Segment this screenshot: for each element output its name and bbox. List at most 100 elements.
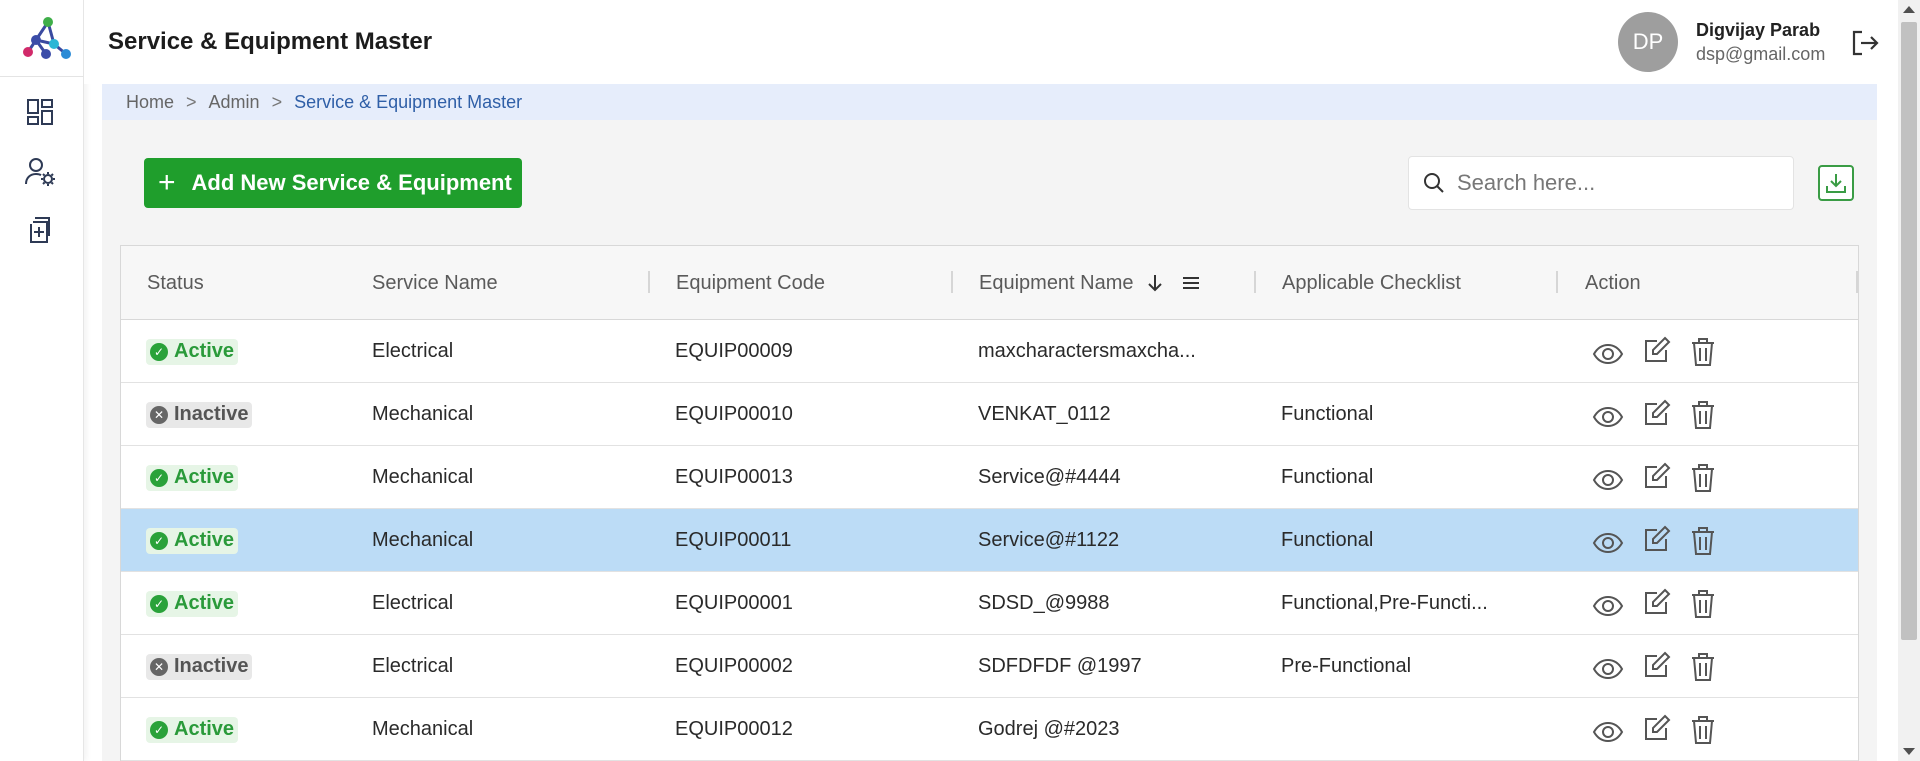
logout-icon[interactable] bbox=[1850, 28, 1880, 58]
scroll-up-arrow[interactable] bbox=[1903, 6, 1915, 13]
status-label: Active bbox=[174, 340, 235, 362]
status-cell: ✕ Inactive bbox=[146, 635, 253, 698]
table-row[interactable]: ✓ Active Electrical EQUIP00001 SDSD_@9988 Fun… bbox=[121, 572, 1858, 635]
status-label: Inactive bbox=[174, 655, 249, 677]
eye-icon[interactable] bbox=[1592, 464, 1624, 496]
scroll-down-arrow[interactable] bbox=[1903, 748, 1915, 755]
search-box[interactable] bbox=[1408, 156, 1794, 210]
sidebar-divider bbox=[0, 76, 84, 77]
breadcrumb-separator: > bbox=[186, 91, 197, 112]
column-header-service-name[interactable]: Service Name bbox=[372, 246, 498, 320]
trash-icon[interactable] bbox=[1687, 588, 1719, 620]
table-row[interactable]: ✓ Active Mechanical EQUIP00011 Service@#1122… bbox=[121, 509, 1858, 572]
add-button-label: Add New Service & Equipment bbox=[191, 170, 512, 195]
table-row[interactable]: ✓ Active Electrical EQUIP00009 maxcharacters… bbox=[121, 320, 1858, 383]
edit-icon[interactable] bbox=[1641, 334, 1673, 366]
check-circle-icon: ✓ bbox=[150, 342, 168, 361]
user-settings-icon[interactable] bbox=[24, 156, 56, 188]
column-header-equipment-name[interactable]: Equipment Name bbox=[979, 246, 1200, 320]
table-row[interactable]: ✓ Active Mechanical EQUIP00012 Godrej @#2023 bbox=[121, 698, 1858, 761]
status-badge: ✓ Active bbox=[146, 527, 239, 554]
status-cell: ✓ Active bbox=[146, 698, 239, 761]
status-label: Active bbox=[174, 529, 235, 551]
column-resizer[interactable] bbox=[648, 271, 650, 293]
download-button[interactable] bbox=[1818, 165, 1854, 201]
trash-icon[interactable] bbox=[1687, 525, 1719, 557]
sort-descending-icon[interactable] bbox=[1146, 273, 1164, 293]
sidebar bbox=[0, 0, 84, 761]
status-cell: ✓ Active bbox=[146, 572, 239, 635]
breadcrumb-current: Service & Equipment Master bbox=[294, 91, 523, 112]
checklist-cell: Functional bbox=[1281, 529, 1374, 551]
equipment-code-cell: EQUIP00013 bbox=[675, 466, 793, 488]
equipment-name-label: Equipment Name bbox=[979, 271, 1134, 294]
edit-icon[interactable] bbox=[1641, 397, 1673, 429]
table-row[interactable]: ✓ Active Mechanical EQUIP00013 Service@#4444… bbox=[121, 446, 1858, 509]
checklist-cell: Functional,Pre-Functi... bbox=[1281, 592, 1488, 614]
status-badge: ✓ Active bbox=[146, 464, 239, 491]
column-resizer[interactable] bbox=[1556, 271, 1558, 293]
equipment-code-cell: EQUIP00002 bbox=[675, 655, 793, 677]
user-email: dsp@gmail.com bbox=[1696, 44, 1826, 64]
service-name-cell: Electrical bbox=[372, 592, 454, 614]
column-menu-icon[interactable] bbox=[1182, 275, 1200, 291]
eye-icon[interactable] bbox=[1592, 653, 1624, 685]
search-input[interactable] bbox=[1457, 170, 1757, 196]
plus-icon: + bbox=[158, 166, 176, 199]
column-header-applicable-checklist[interactable]: Applicable Checklist bbox=[1282, 246, 1461, 320]
equipment-name-cell: Service@#4444 bbox=[978, 466, 1121, 488]
breadcrumb-home[interactable]: Home bbox=[126, 92, 174, 113]
eye-icon[interactable] bbox=[1592, 401, 1624, 433]
check-circle-icon: ✓ bbox=[150, 468, 168, 487]
checklist-cell: Pre-Functional bbox=[1281, 655, 1412, 677]
service-name-cell: Mechanical bbox=[372, 529, 474, 551]
column-resizer[interactable] bbox=[1856, 271, 1858, 293]
column-resizer[interactable] bbox=[951, 271, 953, 293]
page-scrollbar[interactable] bbox=[1898, 0, 1920, 761]
equipment-code-cell: EQUIP00001 bbox=[675, 592, 793, 614]
page-title: Service & Equipment Master bbox=[108, 28, 433, 55]
trash-icon[interactable] bbox=[1687, 462, 1719, 494]
edit-icon[interactable] bbox=[1641, 586, 1673, 618]
checklist-cell: Functional bbox=[1281, 403, 1374, 425]
trash-icon[interactable] bbox=[1687, 399, 1719, 431]
table-row[interactable]: ✕ Inactive Electrical EQUIP00002 SDFDFDF @19… bbox=[121, 635, 1858, 698]
main-content: + Add New Service & Equipment Status Ser… bbox=[102, 120, 1877, 761]
breadcrumb-separator: > bbox=[271, 91, 283, 112]
app-logo[interactable] bbox=[22, 14, 74, 62]
column-header-equipment-code[interactable]: Equipment Code bbox=[676, 246, 825, 320]
table-row[interactable]: ✕ Inactive Mechanical EQUIP00010 VENKAT_0112… bbox=[121, 383, 1858, 446]
eye-icon[interactable] bbox=[1592, 527, 1624, 559]
status-cell: ✕ Inactive bbox=[146, 383, 253, 446]
x-circle-icon: ✕ bbox=[150, 657, 168, 676]
edit-icon[interactable] bbox=[1641, 523, 1673, 555]
top-header: Service & Equipment Master DP Digvijay P… bbox=[84, 0, 1898, 84]
service-name-cell: Electrical bbox=[372, 655, 454, 677]
status-label: Inactive bbox=[174, 403, 249, 425]
column-header-action: Action bbox=[1585, 271, 1641, 294]
dashboard-icon[interactable] bbox=[24, 96, 56, 128]
eye-icon[interactable] bbox=[1592, 716, 1624, 748]
scroll-thumb[interactable] bbox=[1901, 22, 1917, 640]
trash-icon[interactable] bbox=[1687, 651, 1719, 683]
equipment-table: Status Service Name Equipment Code Equip… bbox=[120, 245, 1859, 761]
column-header-status[interactable]: Status bbox=[147, 246, 204, 320]
eye-icon[interactable] bbox=[1592, 338, 1624, 370]
eye-icon[interactable] bbox=[1592, 590, 1624, 622]
equipment-name-cell: SDSD_@9988 bbox=[978, 592, 1110, 614]
add-service-equipment-button[interactable]: + Add New Service & Equipment bbox=[144, 158, 522, 208]
edit-icon[interactable] bbox=[1641, 649, 1673, 681]
service-name-cell: Electrical bbox=[372, 340, 454, 362]
edit-icon[interactable] bbox=[1641, 460, 1673, 492]
breadcrumb-admin[interactable]: Admin bbox=[209, 92, 260, 113]
status-badge: ✓ Active bbox=[146, 338, 239, 365]
trash-icon[interactable] bbox=[1687, 336, 1719, 368]
equipment-code-cell: EQUIP00009 bbox=[675, 340, 793, 362]
add-document-icon[interactable] bbox=[24, 214, 56, 246]
column-resizer[interactable] bbox=[1254, 271, 1256, 293]
edit-icon[interactable] bbox=[1641, 712, 1673, 744]
trash-icon[interactable] bbox=[1687, 714, 1719, 746]
avatar[interactable]: DP bbox=[1618, 12, 1678, 72]
equipment-code-cell: EQUIP00012 bbox=[675, 718, 793, 740]
status-cell: ✓ Active bbox=[146, 509, 239, 572]
